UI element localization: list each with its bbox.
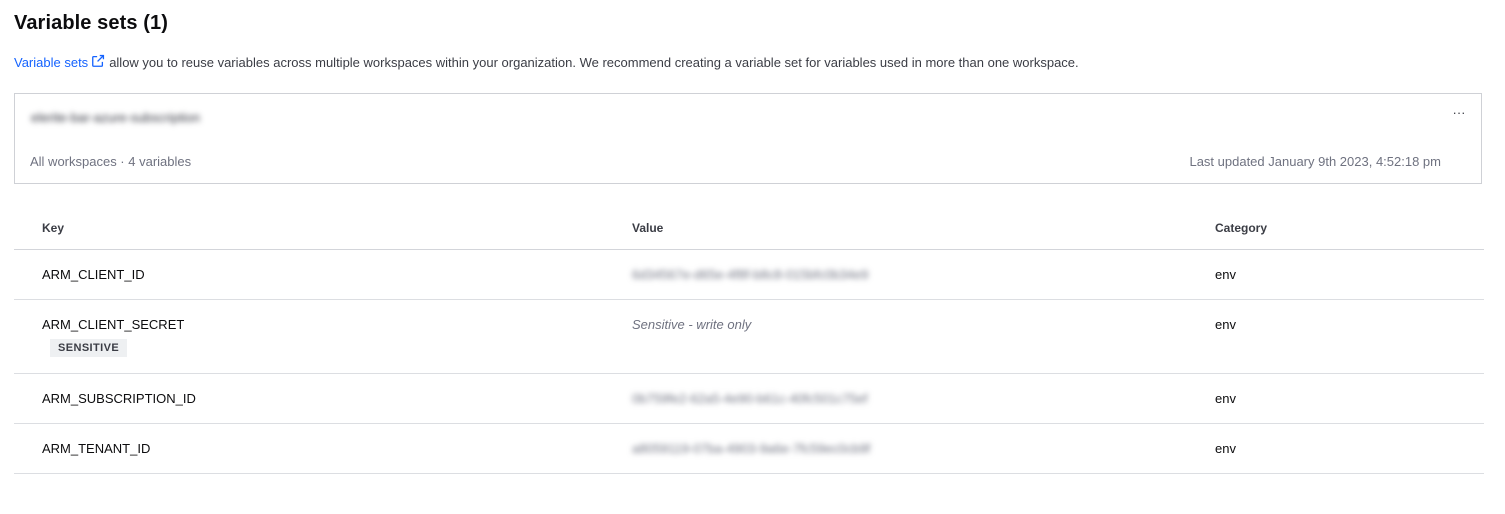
intro-description: allow you to reuse variables across mult… — [109, 55, 1079, 70]
variable-value-cell: 6d34567e-d65e-4f8f-b8c8-015bfc0b34e9 — [604, 249, 1187, 300]
column-header-value: Value — [604, 206, 1187, 250]
variable-key-cell: ARM_TENANT_ID — [14, 423, 604, 474]
variable-value: a8059119-07ba-4903-9a6e-7fc59ec0cb9f — [632, 441, 871, 456]
variable-category-cell: env — [1187, 423, 1484, 474]
variable-set-meta: All workspaces · 4 variables — [30, 154, 192, 169]
variable-value-sensitive: Sensitive - write only — [632, 317, 752, 332]
variable-category-cell: env — [1187, 249, 1484, 300]
variable-value: 6d34567e-d65e-4f8f-b8c8-015bfc0b34e9 — [632, 267, 869, 282]
variable-value-cell: Sensitive - write only — [604, 299, 1187, 374]
variable-key-cell: ARM_CLIENT_ID — [14, 249, 604, 300]
variable-value: 0b759fe2-62a5-4e90-b61c-40fc501c75ef — [632, 391, 868, 406]
variable-category-cell: env — [1187, 373, 1484, 424]
intro-text: Variable sets allow you to reuse variabl… — [14, 54, 1079, 70]
variable-category: env — [1215, 391, 1236, 406]
column-header-category: Category — [1187, 206, 1484, 250]
variables-table: Key Value Category ARM_CLIENT_ID 6d34567… — [14, 206, 1484, 474]
variable-key: ARM_CLIENT_ID — [42, 267, 145, 282]
table-row: ARM_CLIENT_ID 6d34567e-d65e-4f8f-b8c8-01… — [14, 249, 1484, 300]
variable-category: env — [1215, 267, 1236, 282]
column-header-key: Key — [14, 206, 604, 250]
table-row: ARM_SUBSCRIPTION_ID 0b759fe2-62a5-4e90-b… — [14, 373, 1484, 424]
variable-category: env — [1215, 317, 1236, 332]
variable-set-name[interactable]: elerite-bar-azure-subscription — [31, 110, 200, 125]
variable-category-cell: env — [1187, 299, 1484, 374]
table-row: ARM_CLIENT_SECRET SENSITIVE Sensitive - … — [14, 299, 1484, 374]
variable-key-cell: ARM_CLIENT_SECRET SENSITIVE — [14, 299, 604, 374]
variable-value-cell: 0b759fe2-62a5-4e90-b61c-40fc501c75ef — [604, 373, 1187, 424]
variable-set-card[interactable]: elerite-bar-azure-subscription ··· All w… — [14, 93, 1482, 184]
sensitive-badge: SENSITIVE — [50, 339, 128, 357]
variable-sets-docs-link[interactable]: Variable sets — [14, 54, 109, 70]
variable-set-last-updated: Last updated January 9th 2023, 4:52:18 p… — [1189, 154, 1441, 169]
variable-key: ARM_TENANT_ID — [42, 441, 151, 456]
variable-key: ARM_SUBSCRIPTION_ID — [42, 391, 196, 406]
variable-category: env — [1215, 441, 1236, 456]
variable-sets-link-label[interactable]: Variable sets — [14, 55, 88, 70]
external-link-icon[interactable] — [91, 54, 105, 68]
variable-key-cell: ARM_SUBSCRIPTION_ID — [14, 373, 604, 424]
variable-value-cell: a8059119-07ba-4903-9a6e-7fc59ec0cb9f — [604, 423, 1187, 474]
table-header-row: Key Value Category — [14, 206, 1484, 250]
page-title: Variable sets (1) — [14, 12, 169, 34]
table-row: ARM_TENANT_ID a8059119-07ba-4903-9a6e-7f… — [14, 423, 1484, 474]
variable-key: ARM_CLIENT_SECRET — [42, 317, 185, 332]
variable-sets-page: Variable sets (1) Variable sets allow yo… — [0, 0, 1505, 514]
more-horizontal-icon[interactable]: ··· — [1447, 106, 1471, 124]
